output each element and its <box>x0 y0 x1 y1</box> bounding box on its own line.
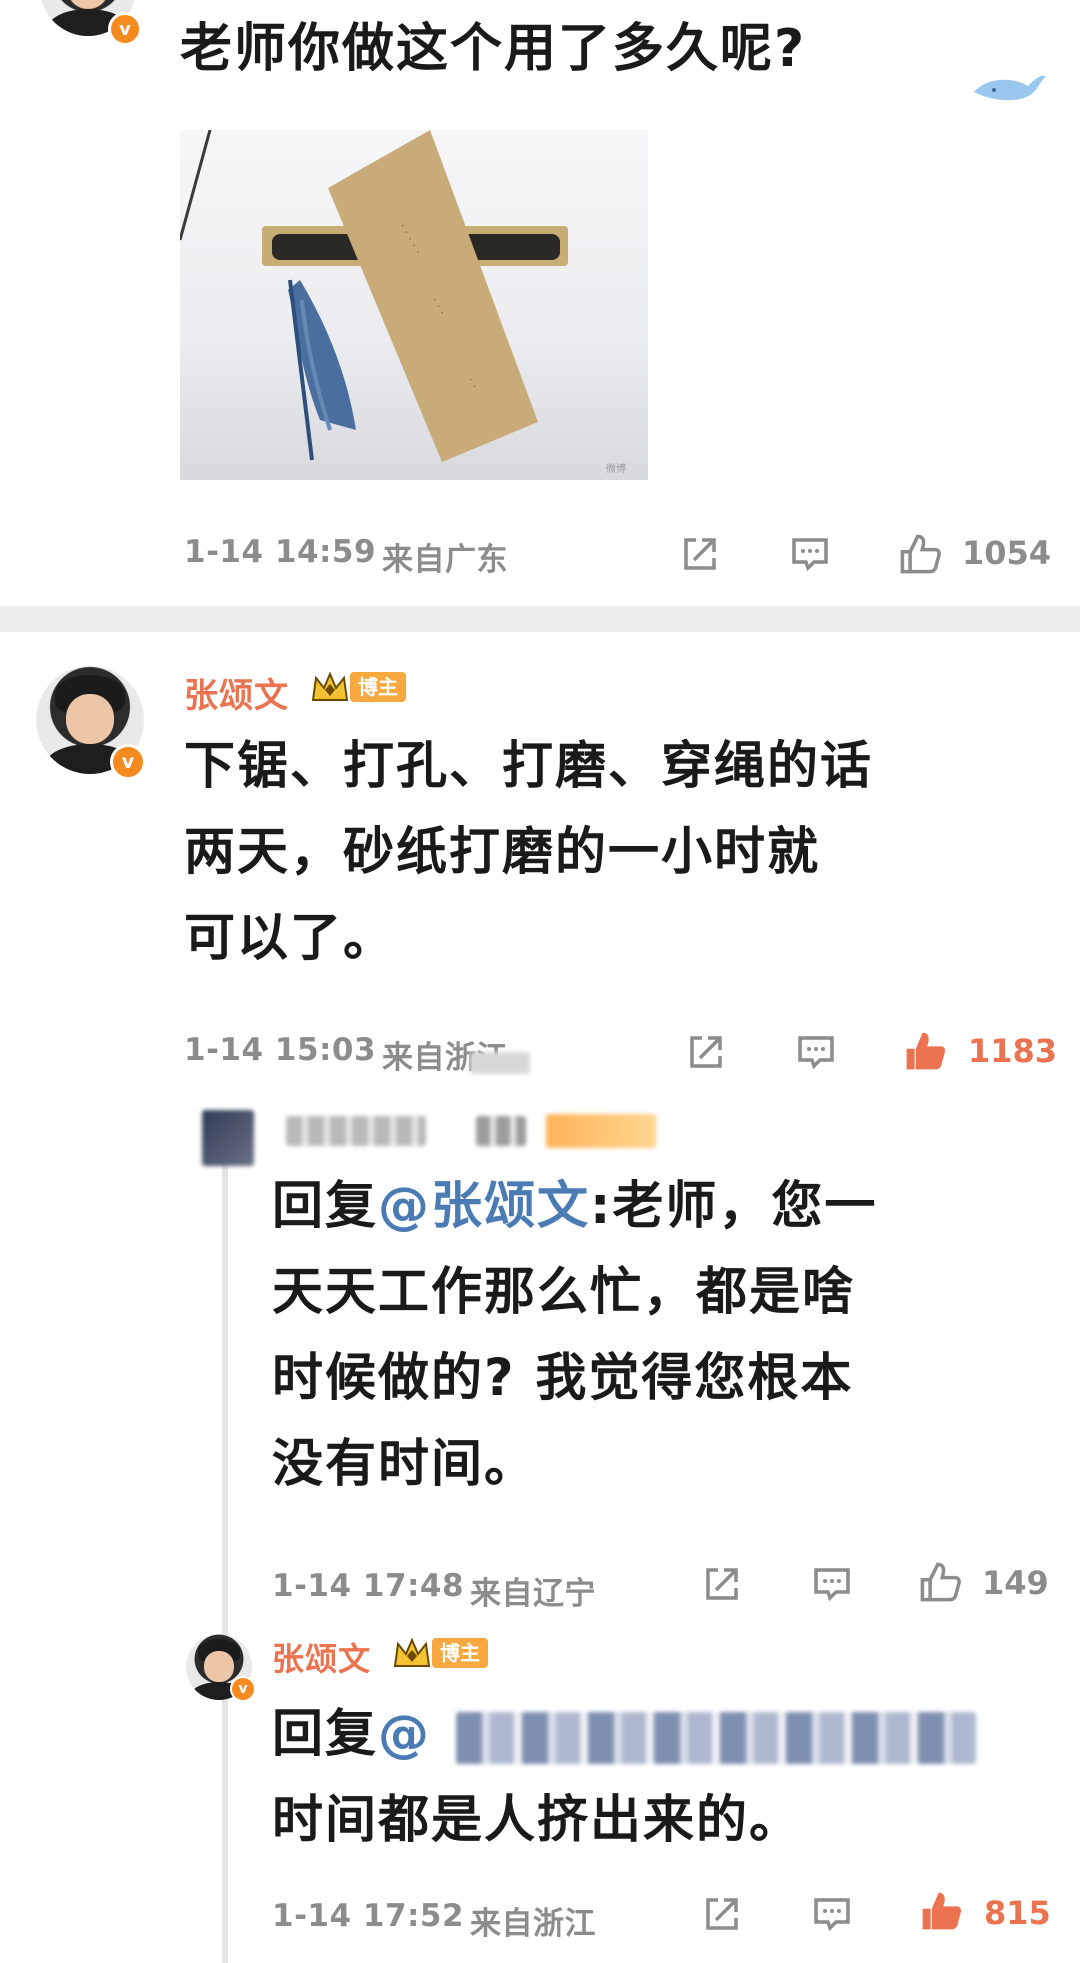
svg-text:微博: 微博 <box>606 462 626 475</box>
reply1-line-2: 两天，砂纸打磨的一小时就 <box>184 823 821 882</box>
reply3-date: 1-14 17:52 <box>272 1898 465 1934</box>
share-icon[interactable] <box>702 1894 742 1934</box>
blogger-tag: 博主 <box>432 1638 488 1668</box>
reply2-like-count: 149 <box>982 1564 1049 1602</box>
reply3-line-1: 回复@ <box>272 1692 431 1778</box>
author-name[interactable]: 张颂文 <box>184 668 289 717</box>
comment-icon[interactable] <box>796 1032 836 1072</box>
blurred-username <box>476 1116 526 1146</box>
comment-icon[interactable] <box>812 1564 852 1604</box>
reply2-date: 1-14 17:48 <box>272 1568 465 1604</box>
whale-icon <box>974 75 1046 101</box>
reply2-line-3: 时候做的? 我觉得您根本 <box>272 1349 854 1408</box>
reply2-text-rest: :老师，您一 <box>590 1177 878 1236</box>
mention-link[interactable]: @ <box>378 1705 431 1764</box>
thumbs-up-icon[interactable] <box>902 1028 948 1074</box>
reply1-like-count: 1183 <box>968 1032 1058 1070</box>
top-comment-like-count: 1054 <box>962 534 1052 572</box>
thumbs-up-icon[interactable] <box>918 1888 964 1934</box>
reply2-line-4: 没有时间。 <box>272 1435 538 1494</box>
mention-link[interactable]: @张颂文 <box>378 1177 590 1236</box>
comment-icon[interactable] <box>812 1894 852 1934</box>
verified-badge-icon: v <box>110 744 146 780</box>
reply1-date: 1-14 15:03 <box>184 1032 377 1068</box>
blurred-avatar[interactable] <box>202 1110 254 1166</box>
top-comment-text: 老师你做这个用了多久呢? <box>180 19 807 79</box>
share-icon[interactable] <box>702 1564 742 1604</box>
reply3-location: 来自浙江 <box>470 1906 596 1942</box>
crown-icon <box>311 671 349 701</box>
reply3-like-count: 815 <box>984 1894 1051 1932</box>
blurred-mention <box>456 1712 976 1764</box>
thread-line <box>222 1120 228 1963</box>
blurred-username <box>286 1116 426 1146</box>
crown-icon <box>393 1637 431 1667</box>
reply2-line-2: 天天工作那么忙，都是啥 <box>272 1263 856 1322</box>
section-divider <box>0 606 1080 632</box>
top-comment-date: 1-14 14:59 <box>184 534 377 570</box>
share-icon[interactable] <box>686 1032 726 1072</box>
thumbs-up-icon[interactable] <box>918 1560 962 1604</box>
reply1-line-3: 可以了。 <box>184 909 397 968</box>
share-icon[interactable] <box>680 534 720 574</box>
verified-badge-icon: v <box>230 1676 256 1702</box>
thumbs-up-icon[interactable] <box>898 532 942 576</box>
comment-icon[interactable] <box>790 534 830 574</box>
attached-photo[interactable]: · · · · · · · · · · 微博 <box>180 130 648 480</box>
reply2-line-1: 回复@张颂文:老师，您一 <box>272 1164 877 1250</box>
blurred-region <box>470 1052 530 1074</box>
blurred-badge <box>546 1114 656 1148</box>
reply-prefix: 回复 <box>272 1177 379 1236</box>
reply2-location: 来自辽宁 <box>470 1576 596 1612</box>
reply3-line-2: 时间都是人挤出来的。 <box>272 1791 803 1850</box>
author-name[interactable]: 张颂文 <box>272 1634 371 1680</box>
reply-prefix: 回复 <box>272 1705 379 1764</box>
verified-badge-icon: v <box>108 12 142 46</box>
reply1-line-1: 下锯、打孔、打磨、穿绳的话 <box>184 737 874 796</box>
top-comment-location: 来自广东 <box>382 542 508 578</box>
blogger-tag: 博主 <box>350 672 406 702</box>
